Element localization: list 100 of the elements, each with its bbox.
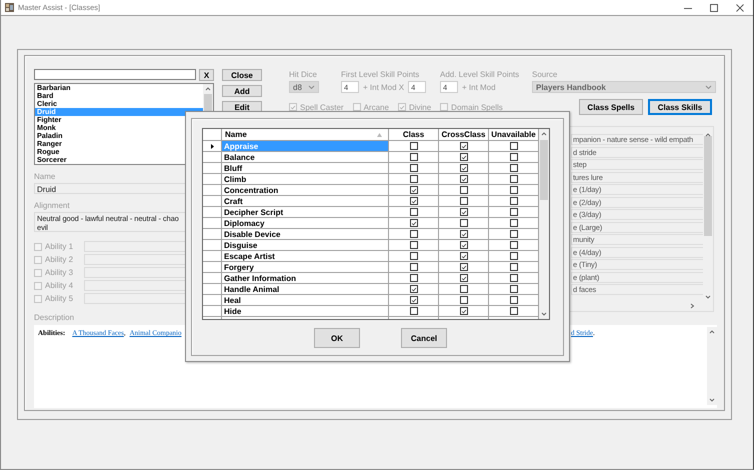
checkbox[interactable]: [510, 307, 518, 315]
checkbox[interactable]: [410, 153, 418, 161]
tab-button[interactable]: Class Spells: [579, 99, 643, 115]
checkbox[interactable]: [460, 208, 468, 216]
scroll-right-icon[interactable]: [690, 303, 695, 309]
checkbox[interactable]: [510, 164, 518, 172]
checkbox[interactable]: [510, 208, 518, 216]
table-cell[interactable]: Concentration: [222, 185, 389, 196]
table-cell[interactable]: Disguise: [222, 240, 389, 251]
table-cell[interactable]: Balance: [222, 152, 389, 163]
checkbox[interactable]: [460, 285, 468, 293]
checkbox[interactable]: [510, 241, 518, 249]
checkbox[interactable]: [510, 153, 518, 161]
checkbox[interactable]: [510, 296, 518, 304]
checkbox[interactable]: [460, 186, 468, 194]
checkbox-label: Ability 1: [45, 242, 74, 251]
checkbox[interactable]: [510, 197, 518, 205]
checkbox[interactable]: [510, 274, 518, 282]
checkbox-label: Ability 5: [45, 294, 74, 303]
table-cell[interactable]: Handle Animal: [222, 284, 389, 295]
checkbox-label: Arcane: [364, 102, 389, 112]
checkbox[interactable]: [510, 230, 518, 238]
table-cell[interactable]: Escape Artist: [222, 251, 389, 262]
table-cell[interactable]: Diplomacy: [222, 218, 389, 229]
checkbox[interactable]: [460, 175, 468, 183]
action-button[interactable]: Add: [222, 85, 262, 97]
tab-button[interactable]: Class Skills: [648, 99, 712, 115]
checkbox[interactable]: [510, 186, 518, 194]
hit-dice-dropdown[interactable]: d8: [289, 81, 319, 93]
suffix-label: + Int Mod X: [363, 82, 404, 92]
checkbox-label: Ability 2: [45, 255, 74, 264]
column-header[interactable]: CrossClass: [441, 130, 486, 139]
checkbox[interactable]: [510, 142, 518, 150]
checkbox[interactable]: [410, 274, 418, 282]
table-cell[interactable]: Craft: [222, 196, 389, 207]
close-icon[interactable]: [736, 4, 744, 12]
checkbox[interactable]: [460, 296, 468, 304]
checkbox[interactable]: [410, 241, 418, 249]
checkbox[interactable]: [510, 175, 518, 183]
table-cell[interactable]: Climb: [222, 174, 389, 185]
table-cell[interactable]: Heal: [222, 295, 389, 306]
dialog-button[interactable]: OK: [314, 328, 360, 348]
checkbox[interactable]: [460, 219, 468, 227]
column-header[interactable]: Unavailable: [491, 130, 536, 139]
checkbox[interactable]: [510, 219, 518, 227]
checkbox[interactable]: [410, 219, 418, 227]
field-label: Hit Dice: [289, 70, 318, 79]
checkbox[interactable]: [460, 263, 468, 271]
scrollbar[interactable]: [707, 327, 717, 405]
app-icon: [5, 3, 14, 12]
checkbox[interactable]: [410, 164, 418, 172]
checkbox[interactable]: [410, 307, 418, 315]
table-cell[interactable]: Bluff: [222, 163, 389, 174]
scrollbar[interactable]: [539, 129, 549, 319]
checkbox[interactable]: [410, 285, 418, 293]
checkbox[interactable]: [460, 241, 468, 249]
field-label: Source: [532, 70, 558, 79]
checkbox[interactable]: [460, 307, 468, 315]
search-field[interactable]: [34, 69, 196, 80]
column-header[interactable]: Class: [402, 130, 424, 139]
checkbox[interactable]: [510, 252, 518, 260]
checkbox[interactable]: [460, 153, 468, 161]
field-label: Alignment: [34, 201, 71, 210]
checkbox-label: Domain Spells: [451, 102, 503, 112]
checkbox[interactable]: [460, 164, 468, 172]
checkbox[interactable]: [410, 230, 418, 238]
checkbox-label: Ability 3: [45, 268, 74, 277]
checkbox[interactable]: [410, 186, 418, 194]
chevron-icon[interactable]: [705, 84, 712, 90]
checkbox[interactable]: [460, 230, 468, 238]
source-dropdown[interactable]: Players Handbook: [532, 81, 716, 93]
table-cell[interactable]: Hide: [222, 306, 389, 317]
checkbox[interactable]: [410, 197, 418, 205]
checkbox[interactable]: [460, 197, 468, 205]
suffix-label: + Int Mod: [462, 82, 496, 92]
checkbox[interactable]: [460, 142, 468, 150]
dialog-button[interactable]: Cancel: [401, 328, 447, 348]
column-header[interactable]: Name: [225, 130, 247, 139]
table-cell[interactable]: Gather Information: [222, 273, 389, 284]
checkbox[interactable]: [510, 285, 518, 293]
table-cell[interactable]: Decipher Script: [222, 207, 389, 218]
checkbox[interactable]: [410, 175, 418, 183]
table-cell[interactable]: Disable Device: [222, 229, 389, 240]
field-label: First Level Skill Points: [341, 70, 420, 79]
checkbox[interactable]: [510, 263, 518, 271]
checkbox[interactable]: [410, 142, 418, 150]
field-label: Name: [34, 172, 56, 181]
table-cell[interactable]: Forgery: [222, 262, 389, 273]
clear-button[interactable]: X: [199, 69, 214, 81]
action-button[interactable]: Close: [222, 69, 262, 81]
checkbox[interactable]: [460, 252, 468, 260]
checkbox-label: Ability 4: [45, 281, 74, 290]
checkbox[interactable]: [410, 263, 418, 271]
checkbox[interactable]: [460, 274, 468, 282]
sort-icon: [377, 132, 382, 136]
maximize-icon[interactable]: [710, 4, 718, 12]
checkbox[interactable]: [410, 208, 418, 216]
checkbox[interactable]: [410, 252, 418, 260]
checkbox-label: Spell Caster: [300, 102, 344, 112]
checkbox[interactable]: [410, 296, 418, 304]
